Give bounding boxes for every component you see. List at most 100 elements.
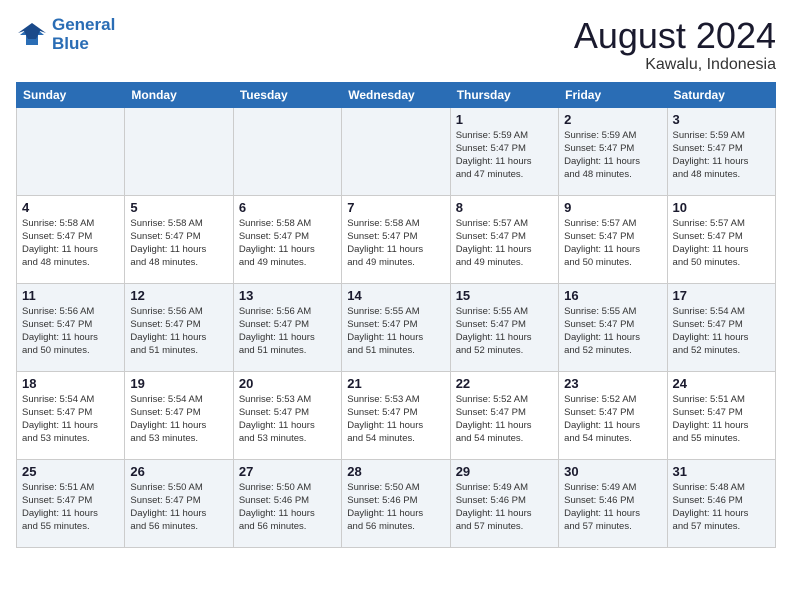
day-info: Sunrise: 5:58 AM Sunset: 5:47 PM Dayligh… xyxy=(347,217,444,270)
calendar-cell: 6Sunrise: 5:58 AM Sunset: 5:47 PM Daylig… xyxy=(233,195,341,283)
dow-wednesday: Wednesday xyxy=(342,82,450,107)
day-info: Sunrise: 5:56 AM Sunset: 5:47 PM Dayligh… xyxy=(130,305,227,358)
dow-thursday: Thursday xyxy=(450,82,558,107)
dow-monday: Monday xyxy=(125,82,233,107)
calendar-cell: 21 Sunrise: 5:53 AM Sunset: 5:47 PM Dayli… xyxy=(342,371,450,459)
calendar-cell: 17 Sunrise: 5:54 AM Sunset: 5:47 PM Dayli… xyxy=(667,283,775,371)
logo-blue: Blue xyxy=(52,35,115,54)
day-number: 2 xyxy=(564,112,661,127)
day-info: Sunrise: 5:57 AM Sunset: 5:47 PM Dayligh… xyxy=(673,217,770,270)
day-number: 1 xyxy=(456,112,553,127)
calendar-cell: 4 Sunrise: 5:58 AM Sunset: 5:47 PM Daylig… xyxy=(17,195,125,283)
location-label: Kawalu, Indonesia xyxy=(574,56,776,74)
day-info: Sunrise: 5:52 AM Sunset: 5:47 PM Dayligh… xyxy=(564,393,661,446)
day-info: Sunrise: 5:57 AM Sunset: 5:47 PM Dayligh… xyxy=(456,217,553,270)
calendar-table: SundayMondayTuesdayWednesdayThursdayFrid… xyxy=(16,82,776,548)
calendar-cell: 5 Sunrise: 5:58 AM Sunset: 5:47 PM Daylig… xyxy=(125,195,233,283)
calendar-cell: 30Sunrise: 5:49 AM Sunset: 5:46 PM Dayli… xyxy=(559,459,667,547)
day-info: Sunrise: 5:55 AM Sunset: 5:47 PM Dayligh… xyxy=(456,305,553,358)
day-number: 27 xyxy=(239,464,336,479)
day-number: 3 xyxy=(673,112,770,127)
day-info: Sunrise: 5:48 AM Sunset: 5:46 PM Dayligh… xyxy=(673,481,770,534)
day-info: Sunrise: 5:56 AM Sunset: 5:47 PM Dayligh… xyxy=(22,305,119,358)
day-number: 19 xyxy=(130,376,227,391)
day-number: 21 xyxy=(347,376,444,391)
calendar-cell: 29Sunrise: 5:49 AM Sunset: 5:46 PM Dayli… xyxy=(450,459,558,547)
day-number: 28 xyxy=(347,464,444,479)
day-number: 31 xyxy=(673,464,770,479)
day-info: Sunrise: 5:55 AM Sunset: 5:47 PM Dayligh… xyxy=(564,305,661,358)
day-info: Sunrise: 5:50 AM Sunset: 5:47 PM Dayligh… xyxy=(130,481,227,534)
day-number: 25 xyxy=(22,464,119,479)
day-number: 13 xyxy=(239,288,336,303)
day-info: Sunrise: 5:51 AM Sunset: 5:47 PM Dayligh… xyxy=(673,393,770,446)
day-info: Sunrise: 5:59 AM Sunset: 5:47 PM Dayligh… xyxy=(673,129,770,182)
calendar-cell: 2 Sunrise: 5:59 AM Sunset: 5:47 PM Daylig… xyxy=(559,107,667,195)
day-number: 24 xyxy=(673,376,770,391)
calendar-cell: 31 Sunrise: 5:48 AM Sunset: 5:46 PM Dayli… xyxy=(667,459,775,547)
day-info: Sunrise: 5:56 AM Sunset: 5:47 PM Dayligh… xyxy=(239,305,336,358)
calendar-cell: 9 Sunrise: 5:57 AM Sunset: 5:47 PM Daylig… xyxy=(559,195,667,283)
calendar-cell xyxy=(17,107,125,195)
day-info: Sunrise: 5:55 AM Sunset: 5:47 PM Dayligh… xyxy=(347,305,444,358)
calendar-cell: 11 Sunrise: 5:56 AM Sunset: 5:47 PM Dayli… xyxy=(17,283,125,371)
calendar-cell xyxy=(233,107,341,195)
day-info: Sunrise: 5:49 AM Sunset: 5:46 PM Dayligh… xyxy=(456,481,553,534)
calendar-cell xyxy=(342,107,450,195)
day-number: 11 xyxy=(22,288,119,303)
day-number: 18 xyxy=(22,376,119,391)
calendar-cell: 19Sunrise: 5:54 AM Sunset: 5:47 PM Dayli… xyxy=(125,371,233,459)
calendar-cell: 18 Sunrise: 5:54 AM Sunset: 5:47 PM Dayli… xyxy=(17,371,125,459)
day-info: Sunrise: 5:52 AM Sunset: 5:47 PM Dayligh… xyxy=(456,393,553,446)
dow-tuesday: Tuesday xyxy=(233,82,341,107)
day-number: 7 xyxy=(347,200,444,215)
day-number: 15 xyxy=(456,288,553,303)
day-number: 26 xyxy=(130,464,227,479)
calendar-cell: 28 Sunrise: 5:50 AM Sunset: 5:46 PM Dayli… xyxy=(342,459,450,547)
day-info: Sunrise: 5:58 AM Sunset: 5:47 PM Dayligh… xyxy=(130,217,227,270)
day-info: Sunrise: 5:50 AM Sunset: 5:46 PM Dayligh… xyxy=(239,481,336,534)
day-info: Sunrise: 5:57 AM Sunset: 5:47 PM Dayligh… xyxy=(564,217,661,270)
logo-general: General xyxy=(52,15,115,34)
day-number: 16 xyxy=(564,288,661,303)
dow-friday: Friday xyxy=(559,82,667,107)
day-number: 5 xyxy=(130,200,227,215)
day-number: 9 xyxy=(564,200,661,215)
day-info: Sunrise: 5:54 AM Sunset: 5:47 PM Dayligh… xyxy=(22,393,119,446)
day-info: Sunrise: 5:53 AM Sunset: 5:47 PM Dayligh… xyxy=(347,393,444,446)
logo: General Blue xyxy=(16,16,115,53)
calendar-cell: 3 Sunrise: 5:59 AM Sunset: 5:47 PM Daylig… xyxy=(667,107,775,195)
logo-icon xyxy=(16,21,48,49)
day-number: 12 xyxy=(130,288,227,303)
calendar-cell: 7 Sunrise: 5:58 AM Sunset: 5:47 PM Daylig… xyxy=(342,195,450,283)
day-info: Sunrise: 5:49 AM Sunset: 5:46 PM Dayligh… xyxy=(564,481,661,534)
day-number: 23 xyxy=(564,376,661,391)
day-number: 20 xyxy=(239,376,336,391)
calendar-cell: 24 Sunrise: 5:51 AM Sunset: 5:47 PM Dayli… xyxy=(667,371,775,459)
calendar-cell: 1 Sunrise: 5:59 AM Sunset: 5:47 PM Daylig… xyxy=(450,107,558,195)
calendar-cell: 13 Sunrise: 5:56 AM Sunset: 5:47 PM Dayli… xyxy=(233,283,341,371)
calendar-cell: 25Sunrise: 5:51 AM Sunset: 5:47 PM Dayli… xyxy=(17,459,125,547)
calendar-cell: 20Sunrise: 5:53 AM Sunset: 5:47 PM Dayli… xyxy=(233,371,341,459)
calendar-cell: 10 Sunrise: 5:57 AM Sunset: 5:47 PM Dayli… xyxy=(667,195,775,283)
calendar-cell: 23 Sunrise: 5:52 AM Sunset: 5:47 PM Dayli… xyxy=(559,371,667,459)
calendar-cell: 16 Sunrise: 5:55 AM Sunset: 5:47 PM Dayli… xyxy=(559,283,667,371)
calendar-cell: 8Sunrise: 5:57 AM Sunset: 5:47 PM Daylig… xyxy=(450,195,558,283)
day-info: Sunrise: 5:59 AM Sunset: 5:47 PM Dayligh… xyxy=(564,129,661,182)
calendar-cell: 15 Sunrise: 5:55 AM Sunset: 5:47 PM Dayli… xyxy=(450,283,558,371)
calendar-cell xyxy=(125,107,233,195)
day-info: Sunrise: 5:58 AM Sunset: 5:47 PM Dayligh… xyxy=(22,217,119,270)
dow-saturday: Saturday xyxy=(667,82,775,107)
title-block: August 2024 Kawalu, Indonesia xyxy=(574,16,776,74)
day-number: 17 xyxy=(673,288,770,303)
day-number: 14 xyxy=(347,288,444,303)
day-number: 10 xyxy=(673,200,770,215)
day-info: Sunrise: 5:59 AM Sunset: 5:47 PM Dayligh… xyxy=(456,129,553,182)
day-info: Sunrise: 5:54 AM Sunset: 5:47 PM Dayligh… xyxy=(673,305,770,358)
day-number: 4 xyxy=(22,200,119,215)
month-year-title: August 2024 xyxy=(574,16,776,56)
day-info: Sunrise: 5:50 AM Sunset: 5:46 PM Dayligh… xyxy=(347,481,444,534)
calendar-cell: 26 Sunrise: 5:50 AM Sunset: 5:47 PM Dayli… xyxy=(125,459,233,547)
calendar-cell: 14 Sunrise: 5:55 AM Sunset: 5:47 PM Dayli… xyxy=(342,283,450,371)
day-number: 22 xyxy=(456,376,553,391)
